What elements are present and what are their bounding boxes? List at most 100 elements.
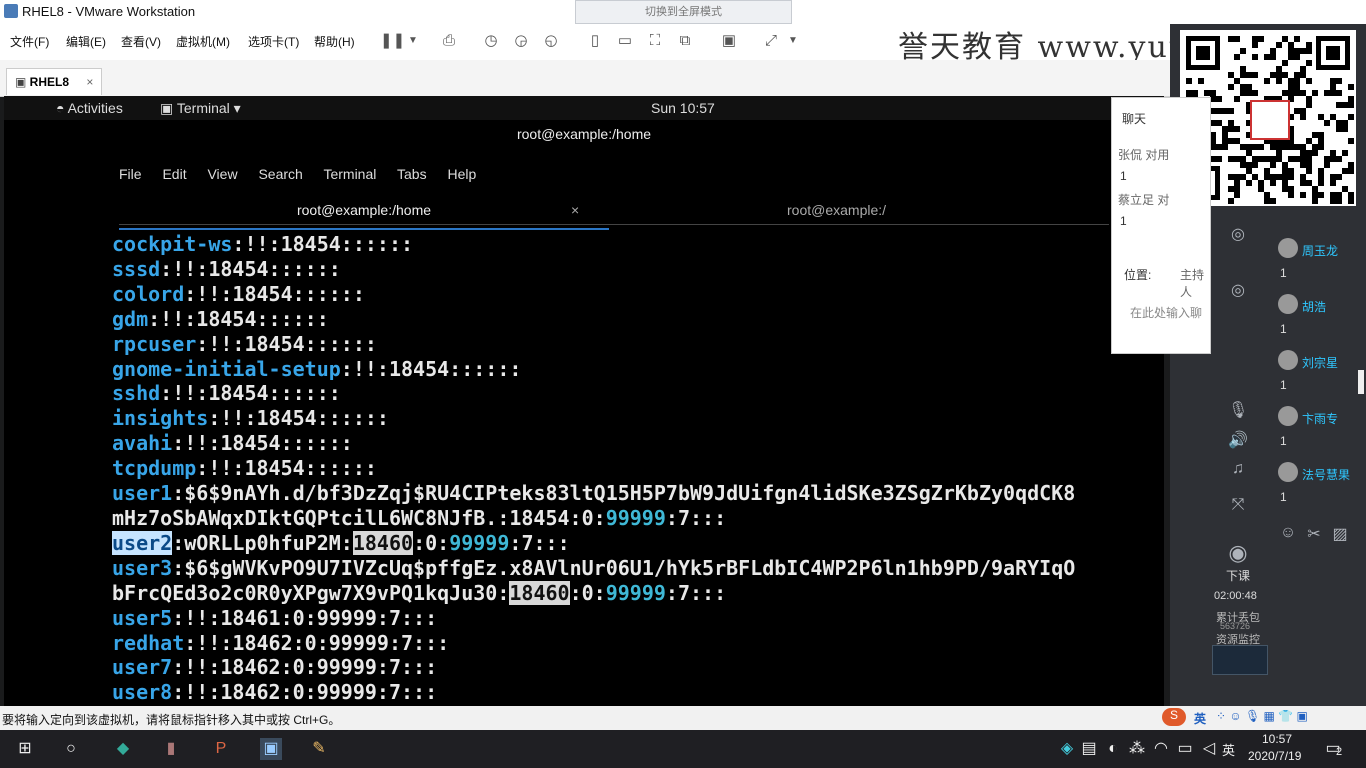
windows-start-icon[interactable]: ⊞ [14,738,36,760]
revert-snapshot-icon[interactable]: ◶ [512,32,530,50]
chat-input[interactable]: 在此处输入聊 [1130,304,1202,321]
terminal-line: sssd:!!:18454:::::: [112,257,1164,282]
activities-button[interactable]: ◓ Activities [56,100,123,116]
tray-icon[interactable]: ◐ [1102,738,1124,760]
qr-module [1336,90,1342,96]
terminal-text: mHz7oSbAWqxDIktGQPtcilL6WC8NJfB.:18454:0… [112,505,606,530]
terminal-line: avahi:!!:18454:::::: [112,431,1164,456]
attendee-name[interactable]: 胡浩 [1302,298,1326,315]
chevron-down-icon[interactable]: ▼ [404,32,422,50]
menu-view[interactable]: 查看(V) [121,33,161,50]
term-menu-edit[interactable]: Edit [162,166,186,182]
term-menu-terminal[interactable]: Terminal [323,166,376,182]
leave-class-icon[interactable]: ◉ [1228,540,1248,566]
terminal-tab-root[interactable]: root@example:/ [787,202,886,218]
snapshot-icon[interactable]: ◷ [482,32,500,50]
leave-class-label[interactable]: 下课 [1226,567,1250,584]
terminal-line: rpcuser:!!:18454:::::: [112,332,1164,357]
attendee-name[interactable]: 法号慧果 [1302,466,1350,483]
qr-logo [1250,100,1290,140]
qr-module [1318,144,1324,150]
terminal-text: :!!:18454:::::: [184,281,365,306]
terminal-text: user2 [112,530,173,555]
avatar [1278,238,1298,258]
terminal-output[interactable]: cockpit-ws:!!:18454:::::: sssd:!!:18454::… [112,232,1164,705]
chevron-down-icon[interactable]: ▼ [784,32,802,50]
fullscreen-notice[interactable]: 切换到全屏模式 [575,0,792,24]
qr-module [1258,144,1264,150]
clock-time[interactable]: 10:57 [1262,732,1292,746]
microphone-icon[interactable]: 🎙 [1228,400,1248,420]
vm-guest-screen[interactable]: ◓ Activities ▣ Terminal ▾ Sun 10:57 root… [4,96,1164,706]
activities-label: Activities [67,100,123,116]
terminal-text: :7::: [665,505,727,530]
input-language[interactable]: 英 [1222,740,1235,759]
qr-module [1264,78,1270,84]
pause-icon[interactable]: ❚❚ [380,32,405,50]
term-menu-view[interactable]: View [207,166,237,182]
clock[interactable]: Sun 10:57 [651,100,715,116]
menu-file[interactable]: 文件(F) [10,33,49,50]
snapshot-manager-icon[interactable]: ◵ [542,32,560,50]
wifi-icon[interactable]: ◠ [1150,738,1172,760]
unity-icon[interactable]: ⧉ [676,32,694,50]
attendee-name[interactable]: 刘宗星 [1302,354,1338,371]
terminal-text: user5 [112,605,173,630]
ime-language[interactable]: 英 [1194,710,1206,727]
fullscreen-icon[interactable]: ⛶ [646,32,664,50]
term-menu-help[interactable]: Help [447,166,476,182]
menu-vm[interactable]: 虚拟机(M) [176,33,230,50]
scissors-icon[interactable]: ✂ [1304,524,1324,544]
position-value[interactable]: 主持人 [1180,266,1210,300]
menu-edit[interactable]: 编辑(E) [66,33,106,50]
volume-icon[interactable]: ◁ [1198,738,1220,760]
ime-toolbar-icons[interactable]: ⁘ ☺ 🎙 ▦ 👕 ▣ [1216,709,1308,723]
terminal-text: :$6$9nAYh.d/bf3DzZqj$RU4CIPteks83ltQ15H5… [172,481,1076,506]
paint-icon[interactable]: ✎ [308,738,330,760]
speaker-icon[interactable]: 🔊 [1228,430,1248,450]
console-icon[interactable]: ▣ [720,32,738,50]
qr-module [1186,78,1192,84]
tray-icon[interactable]: ◈ [1056,738,1078,760]
battery-icon[interactable]: ▭ [1174,738,1196,760]
terminal-line: user1:$6$9nAYh.d/bf3DzZqj$RU4CIPteks83lt… [112,481,1164,506]
close-icon[interactable]: × [86,75,93,89]
attendee-name[interactable]: 周玉龙 [1302,242,1338,259]
vm-tab[interactable]: ▣ RHEL8 × [6,68,103,95]
send-ctrl-alt-del-icon[interactable]: ⎙ [440,32,458,50]
sidebar-toggle-icon[interactable]: ▯ [586,32,604,50]
tray-icon[interactable]: ⁂ [1126,738,1148,760]
sogou-ime-icon[interactable]: S [1162,708,1186,726]
menu-tabs[interactable]: 选项卡(T) [248,33,299,50]
music-icon[interactable]: ♫ [1228,460,1248,478]
qr-module [1318,192,1324,198]
qr-module [1306,168,1312,174]
term-menu-file[interactable]: File [119,166,142,182]
qr-module [1348,114,1354,120]
qr-module [1270,198,1276,204]
app-icon[interactable]: ▮ [160,738,182,760]
expand-icon[interactable]: ⤧ [1228,496,1248,514]
emoji-icon[interactable]: ☺ [1278,524,1298,542]
powerpoint-icon[interactable]: P [210,738,232,760]
app-icon[interactable]: ◆ [112,738,134,760]
clock-date[interactable]: 2020/7/19 [1248,749,1301,763]
terminal-line: colord:!!:18454:::::: [112,282,1164,307]
qr-module [1318,180,1324,186]
stretch-icon[interactable]: ⤢ [762,32,780,50]
attendee-name[interactable]: 卞雨专 [1302,410,1338,427]
menu-help[interactable]: 帮助(H) [314,33,355,50]
terminal-app-menu[interactable]: ▣ Terminal ▾ [160,100,241,117]
thumbnail-icon[interactable]: ▭ [616,32,634,50]
sidebar-scroll-handle[interactable] [1358,370,1364,394]
tray-icon[interactable]: ▤ [1078,738,1100,760]
qr-module [1348,198,1354,204]
term-menu-tabs[interactable]: Tabs [397,166,427,182]
term-menu-search[interactable]: Search [258,166,302,182]
terminal-tab-home[interactable]: root@example:/home [119,202,609,230]
close-icon[interactable]: × [571,202,579,218]
image-icon[interactable]: ▨ [1330,524,1350,544]
terminal-text: redhat [112,630,185,655]
search-icon[interactable]: ○ [60,738,82,760]
vmware-taskbar-icon[interactable]: ▣ [260,738,282,760]
